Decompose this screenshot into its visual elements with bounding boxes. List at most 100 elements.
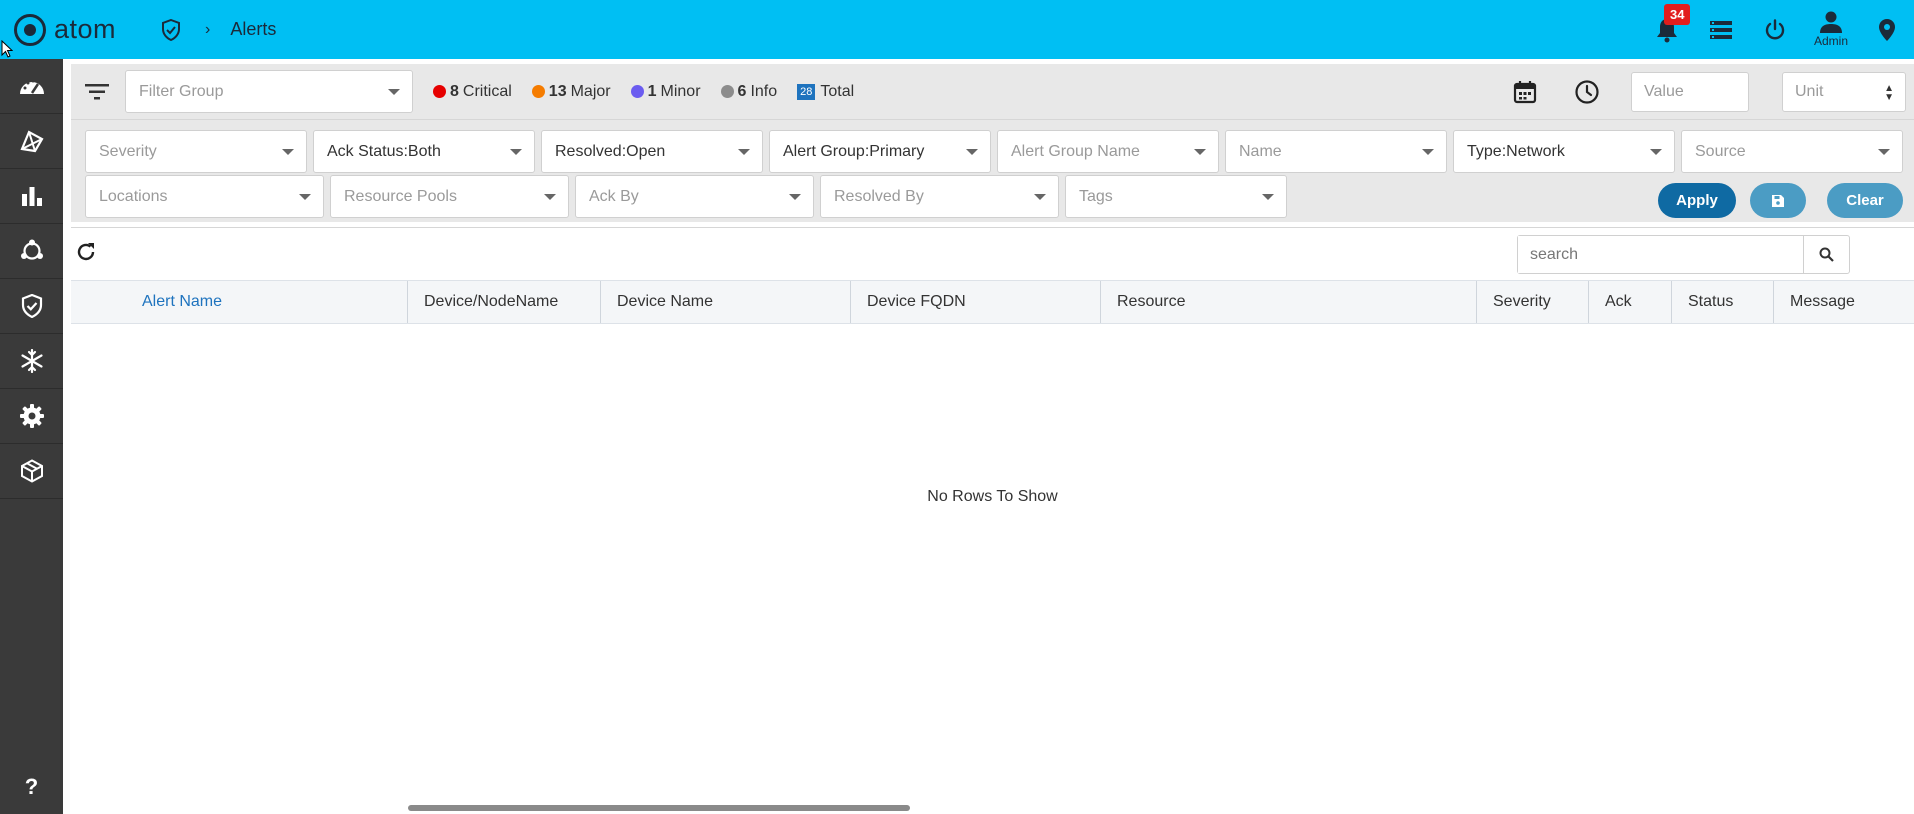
count-label: Major xyxy=(570,82,611,100)
chevron-down-icon xyxy=(1034,194,1046,200)
count-info[interactable]: 6 Info xyxy=(720,82,778,101)
clear-button[interactable]: Clear xyxy=(1827,183,1903,218)
location-button[interactable] xyxy=(1860,0,1914,59)
filter-label: Resource Pools xyxy=(344,187,457,205)
column-alert-name[interactable]: Alert Name xyxy=(71,281,408,323)
resource-pools-filter[interactable]: Resource Pools xyxy=(330,175,569,218)
filter-label: Resolved By xyxy=(834,187,924,205)
count-label: Total xyxy=(820,82,855,100)
user-menu[interactable]: Admin xyxy=(1802,0,1860,59)
sidebar-item-topology[interactable] xyxy=(0,114,63,169)
filter-label: Source xyxy=(1695,142,1746,160)
refresh-button[interactable] xyxy=(75,241,99,265)
column-device-fqdn[interactable]: Device FQDN xyxy=(851,281,1101,323)
source-filter[interactable]: Source xyxy=(1681,130,1903,173)
search-button[interactable] xyxy=(1803,236,1849,273)
calendar-button[interactable] xyxy=(1501,71,1549,114)
sidebar-item-dashboard[interactable] xyxy=(0,59,63,114)
sidebar-item-settings[interactable] xyxy=(0,389,63,444)
severity-filter[interactable]: Severity xyxy=(85,130,307,173)
locations-filter[interactable]: Locations xyxy=(85,175,324,218)
clock-icon xyxy=(1575,80,1599,104)
unit-select[interactable]: Unit ▲ ▼ xyxy=(1782,72,1906,112)
column-message[interactable]: Message xyxy=(1774,281,1914,323)
filter-label: Type:Network xyxy=(1467,142,1565,160)
chevron-down-icon xyxy=(388,89,400,95)
resolved-filter[interactable]: Resolved:Open xyxy=(541,130,763,173)
save-icon xyxy=(1772,194,1784,207)
breadcrumb-separator: › xyxy=(205,20,211,38)
chevron-down-icon xyxy=(1422,149,1434,155)
help-button[interactable]: ? xyxy=(0,759,63,814)
search-icon xyxy=(1819,247,1834,262)
time-button[interactable] xyxy=(1563,71,1611,114)
column-status[interactable]: Status xyxy=(1672,281,1774,323)
severity-counts: 8 Critical 13 Major 1 Minor 6 Info 28 To… xyxy=(433,83,874,101)
tags-filter[interactable]: Tags xyxy=(1065,175,1287,218)
count-total[interactable]: 28 Total xyxy=(797,83,854,101)
power-button[interactable] xyxy=(1748,0,1802,59)
type-filter[interactable]: Type:Network xyxy=(1453,130,1675,173)
list-view-button[interactable] xyxy=(1694,0,1748,59)
user-icon xyxy=(1820,11,1842,33)
apply-button[interactable]: Apply xyxy=(1658,183,1736,218)
sidebar-item-network[interactable] xyxy=(0,224,63,279)
summary-bar: Filter Group 8 Critical 13 Major 1 Minor… xyxy=(71,64,1914,120)
sidebar-item-snowflake[interactable] xyxy=(0,334,63,389)
count-minor[interactable]: 1 Minor xyxy=(630,82,701,101)
sidebar: ? xyxy=(0,59,63,814)
filter-label: Severity xyxy=(99,142,157,160)
ack-status-filter[interactable]: Ack Status:Both xyxy=(313,130,535,173)
brand[interactable]: atom xyxy=(14,13,117,46)
filter-label: Locations xyxy=(99,187,168,205)
chevron-down-icon xyxy=(1650,149,1662,155)
horizontal-scrollbar[interactable] xyxy=(408,805,910,811)
filter-group-select[interactable]: Filter Group xyxy=(125,70,413,113)
refresh-icon xyxy=(77,243,95,261)
ack-by-filter[interactable]: Ack By xyxy=(575,175,814,218)
total-count-badge: 28 xyxy=(797,83,816,100)
alert-group-name-filter[interactable]: Alert Group Name xyxy=(997,130,1219,173)
sort-updown-icon: ▲ ▼ xyxy=(1884,83,1894,103)
count-value: 1 xyxy=(647,82,657,100)
main-content: Filter Group 8 Critical 13 Major 1 Minor… xyxy=(71,64,1914,814)
save-button[interactable] xyxy=(1750,183,1806,218)
sidebar-item-analytics[interactable] xyxy=(0,169,63,224)
count-value: 13 xyxy=(548,82,567,100)
count-label: Info xyxy=(750,82,778,100)
shield-check-icon[interactable] xyxy=(161,18,183,42)
count-major[interactable]: 13 Major xyxy=(531,82,611,101)
count-critical[interactable]: 8 Critical xyxy=(433,83,512,101)
info-dot-icon xyxy=(720,85,734,98)
filter-icon[interactable] xyxy=(75,83,119,100)
filter-label: Ack Status:Both xyxy=(327,142,441,160)
column-ack[interactable]: Ack xyxy=(1589,281,1672,323)
column-resource[interactable]: Resource xyxy=(1101,281,1477,323)
alert-group-filter[interactable]: Alert Group:Primary xyxy=(769,130,991,173)
filter-group-placeholder: Filter Group xyxy=(139,82,224,100)
analytics-icon xyxy=(21,187,42,206)
column-device-nodename[interactable]: Device/NodeName xyxy=(408,281,601,323)
minor-dot-icon xyxy=(630,85,644,98)
calendar-icon xyxy=(1513,81,1537,104)
shield-icon xyxy=(21,294,42,318)
chevron-down-icon xyxy=(738,149,750,155)
sidebar-item-security[interactable] xyxy=(0,279,63,334)
app-name: atom xyxy=(54,14,117,44)
major-dot-icon xyxy=(531,85,545,98)
atom-logo-icon xyxy=(14,13,46,46)
network-icon xyxy=(20,239,43,260)
notifications-button[interactable]: 34 xyxy=(1640,0,1694,59)
filter-label: Name xyxy=(1239,142,1282,160)
value-input[interactable] xyxy=(1631,72,1749,112)
chevron-down-icon xyxy=(789,194,801,200)
name-filter[interactable]: Name xyxy=(1225,130,1447,173)
column-device-name[interactable]: Device Name xyxy=(601,281,851,323)
count-label: Minor xyxy=(660,82,701,100)
topology-icon xyxy=(19,130,44,153)
search-input[interactable] xyxy=(1518,236,1803,273)
resolved-by-filter[interactable]: Resolved By xyxy=(820,175,1059,218)
chevron-down-icon xyxy=(1262,194,1274,200)
sidebar-item-resources[interactable] xyxy=(0,444,63,499)
column-severity[interactable]: Severity xyxy=(1477,281,1589,323)
